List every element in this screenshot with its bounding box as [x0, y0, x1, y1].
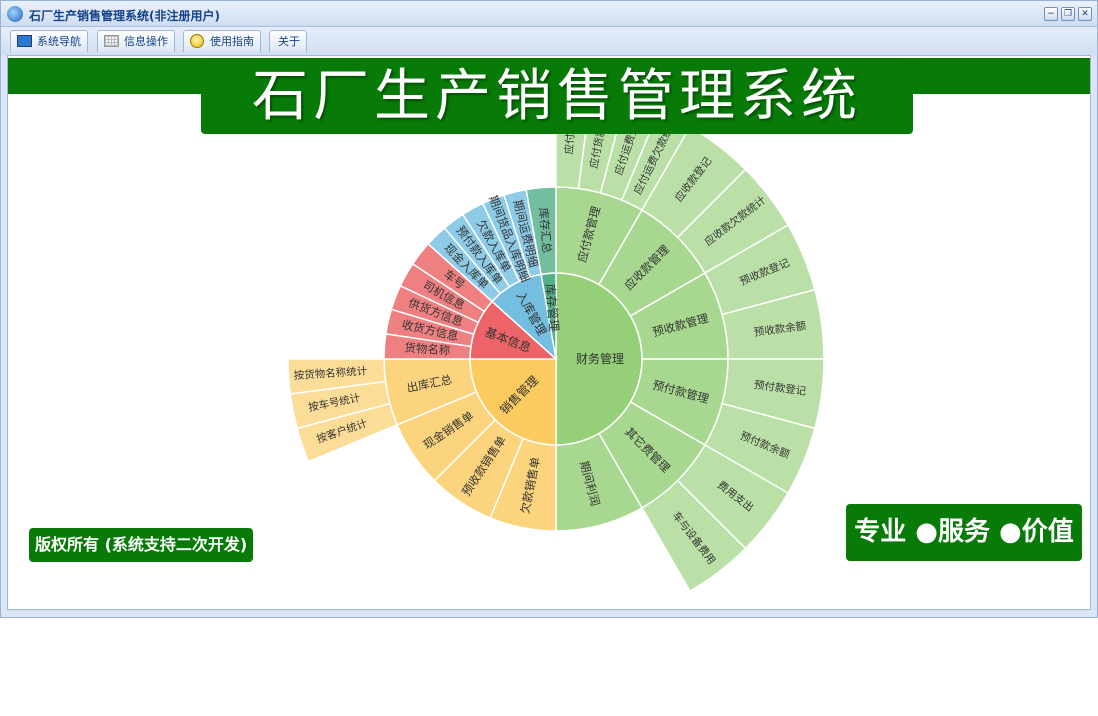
tab-system-nav[interactable]: 系统导航: [10, 30, 88, 52]
title-bar: 石厂生产销售管理系统(非注册用户) − ❐ ✕: [1, 1, 1097, 27]
system-banner-title: 石厂生产销售管理系统: [201, 60, 913, 134]
close-button[interactable]: ✕: [1078, 7, 1092, 21]
tab-label: 使用指南: [210, 35, 254, 48]
slogan-badge: 专业 ●服务 ●价值: [846, 504, 1082, 561]
tab-info-operation[interactable]: 信息操作: [97, 30, 175, 52]
sunburst-root-label: 财务管理: [576, 351, 624, 366]
tab-user-guide[interactable]: 使用指南: [183, 30, 261, 52]
tab-about[interactable]: 关于: [269, 30, 307, 52]
window-title: 石厂生产销售管理系统(非注册用户): [29, 9, 220, 23]
grid-icon: [104, 35, 119, 47]
minimize-button[interactable]: −: [1044, 7, 1058, 21]
restore-button[interactable]: ❐: [1061, 7, 1075, 21]
monitor-icon: [17, 35, 32, 47]
menu-bar: 系统导航 信息操作 使用指南 关于: [1, 27, 1097, 55]
app-logo-icon: [7, 6, 23, 22]
tab-label: 系统导航: [37, 35, 81, 48]
copyright-badge: 版权所有 (系统支持二次开发): [29, 528, 254, 562]
tab-label: 关于: [278, 35, 300, 48]
main-content: 财务管理应付款管理应付货款应付货款欠款应付运费登记应付运费欠款统计应收款管理应收…: [7, 55, 1091, 610]
app-window: 石厂生产销售管理系统(非注册用户) − ❐ ✕ 系统导航 信息操作 使用指南 关…: [0, 0, 1098, 618]
tab-label: 信息操作: [124, 35, 168, 48]
bulb-icon: [190, 34, 204, 48]
